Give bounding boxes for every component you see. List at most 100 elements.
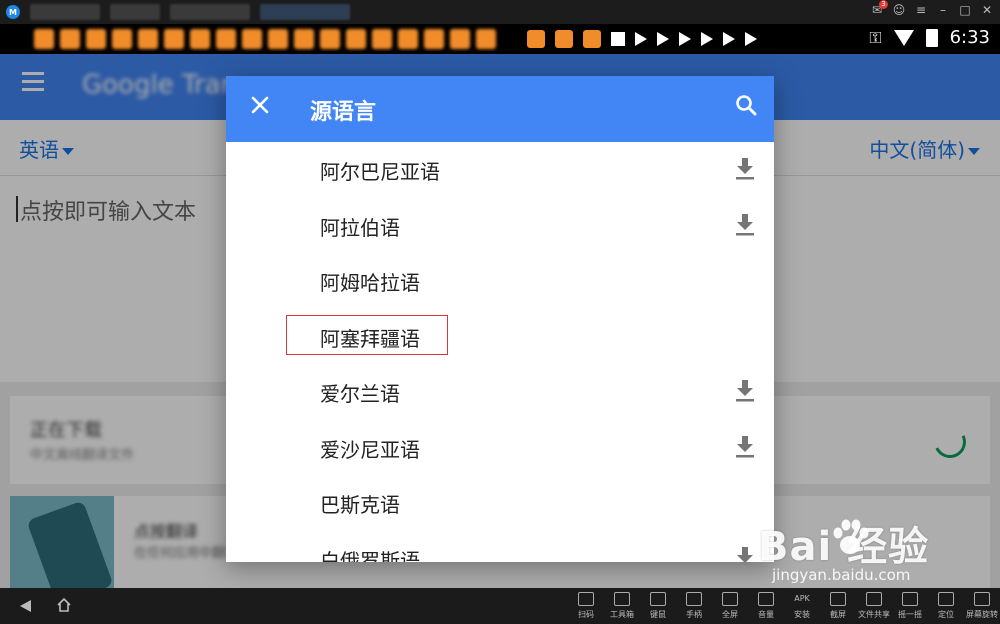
status-right: ⚿ 6:33 [869,27,990,48]
baidu-paw-icon [833,519,869,554]
toolbar-label: 全屏 [722,610,738,619]
toolbar-button[interactable]: 全屏 [712,590,748,622]
play-store-icon [745,32,757,46]
toolbar-label: 定位 [938,610,954,619]
emulator-tab[interactable] [110,4,160,20]
emulator-logo-icon: M [6,5,20,19]
emulator-titlebar: M ✉ 3 ☺ ≡ – □ ✕ [0,0,1000,24]
minimize-icon[interactable]: – [936,3,950,17]
toolbar-label: 扫码 [578,610,594,619]
toolbar-button[interactable]: 屏幕旋转 [964,590,1000,622]
status-bar: ⚿ 6:33 [0,24,1000,54]
toolbar-tool-icon [758,592,774,606]
emulator-tab[interactable] [30,4,100,20]
toolbar-tool-icon [722,592,738,606]
download-icon[interactable] [734,545,756,563]
language-item-label: 阿尔巴尼亚语 [320,160,440,184]
toolbar-button[interactable]: 文件共享 [856,590,892,622]
maximize-icon[interactable]: □ [958,3,972,17]
toolbar-button[interactable]: 音量 [748,590,784,622]
emulator-tab[interactable] [260,4,350,20]
language-list[interactable]: 阿尔巴尼亚语 阿拉伯语 阿姆哈拉语 阿塞拜疆语 爱尔兰语 爱沙尼亚语 巴斯克语 白俄罗斯语 [226,142,774,562]
battery-icon [925,28,938,47]
app-notification-icon [527,30,545,48]
source-language-dialog: 源语言 阿尔巴尼亚语 阿拉伯语 阿姆哈拉语 阿塞拜疆语 爱尔兰语 爱沙尼亚语 巴斯克语 白俄罗… [226,76,774,562]
play-store-icon [701,32,713,46]
toolbar-tool-icon [830,592,846,606]
toolbar-button[interactable]: 键鼠 [640,590,676,622]
toolbar-label: 音量 [758,610,774,619]
menu-icon[interactable]: ≡ [914,3,928,17]
play-store-icon [657,32,669,46]
language-list-item[interactable]: 爱沙尼亚语 [226,420,774,475]
download-icon[interactable] [734,434,756,458]
emulator-tab[interactable] [170,4,250,20]
language-list-item[interactable]: 阿尔巴尼亚语 [226,142,774,197]
play-store-icon [723,32,735,46]
toolbar-button[interactable]: 工具箱 [604,590,640,622]
toolbar-tool-icon [614,592,630,606]
toolbar-button[interactable]: 截屏 [820,590,856,622]
download-icon[interactable] [734,156,756,180]
message-icon[interactable]: ✉ 3 [870,0,888,17]
language-list-item[interactable]: 巴斯克语 [226,475,774,530]
user-icon[interactable]: ☺ [892,3,906,17]
language-list-item[interactable]: 白俄罗斯语 [226,531,774,563]
language-list-item[interactable]: 阿拉伯语 [226,198,774,253]
emulator-actions: ✉ 3 ☺ ≡ – □ ✕ [870,0,994,17]
language-list-item[interactable]: 阿姆哈拉语 [226,253,774,308]
toolbar-tool-icon [686,592,702,606]
home-icon[interactable] [56,597,72,613]
toolbar-button[interactable]: 扫码 [568,590,604,622]
play-store-icon [635,32,647,46]
app-notification-icon [555,30,573,48]
toolbar-label: 截屏 [830,610,846,619]
language-list-item[interactable]: 爱尔兰语 [226,364,774,419]
notification-badge: 3 [879,0,888,9]
download-icon[interactable] [734,212,756,236]
toolbar-tool-icon [650,592,666,606]
toolbar-tool-icon [902,592,918,606]
dialog-title: 源语言 [310,100,377,125]
dialog-header: 源语言 [226,76,774,142]
status-time: 6:33 [949,27,990,48]
language-item-label: 爱尔兰语 [320,382,400,406]
close-icon[interactable] [248,93,272,117]
language-item-label: 阿姆哈拉语 [320,271,420,295]
toolbar-button[interactable]: 定位 [928,590,964,622]
toolbar-label: 键鼠 [650,610,666,619]
language-item-label: 阿拉伯语 [320,215,400,240]
language-item-label: 白俄罗斯语 [320,548,420,563]
toolbar-tool-icon [938,592,954,606]
emulator-toolbar: 扫码 工具箱 键鼠 手柄 全屏 音量 APK 安装 截屏 文件共享 摇一摇 定位 屏幕旋转 [568,590,1000,622]
wifi-icon [893,29,914,46]
notification-icons [527,30,757,48]
toolbar-tool-icon [974,592,990,606]
toolbar-label: 工具箱 [610,610,634,619]
play-store-icon [679,32,691,46]
toolbar-button[interactable]: APK 安装 [784,590,820,622]
toolbar-label: 文件共享 [858,610,890,619]
toolbar-label: 手柄 [686,610,702,619]
toolbar-tool-icon [866,592,882,606]
toolbar-label: 屏幕旋转 [966,610,998,619]
toolbar-button[interactable]: 手柄 [676,590,712,622]
watermark-url: jingyan.baidu.com [772,566,911,584]
highlight-annotation-box [286,315,448,355]
app-notification-icon [611,32,625,46]
navigation-bar: 扫码 工具箱 键鼠 手柄 全屏 音量 APK 安装 截屏 文件共享 摇一摇 定位 屏幕旋转 [0,588,1000,624]
download-icon[interactable] [734,378,756,402]
emulator-window: M ✉ 3 ☺ ≡ – □ ✕ ⚿ 6:33 Google Tran 英语 中文… [0,0,1000,624]
close-window-icon[interactable]: ✕ [980,3,994,17]
toolbar-button[interactable]: 摇一摇 [892,590,928,622]
notification-icons-blurred [34,28,529,50]
toolbar-tool-icon [578,592,594,606]
toolbar-label: 摇一摇 [898,610,922,619]
app-notification-icon [583,30,601,48]
toolbar-label: 安装 [794,610,810,619]
key-icon: ⚿ [869,27,882,47]
search-icon[interactable] [734,93,758,117]
back-icon[interactable] [20,600,31,612]
language-item-label: 爱沙尼亚语 [320,437,420,462]
language-item-label: 巴斯克语 [320,493,400,517]
